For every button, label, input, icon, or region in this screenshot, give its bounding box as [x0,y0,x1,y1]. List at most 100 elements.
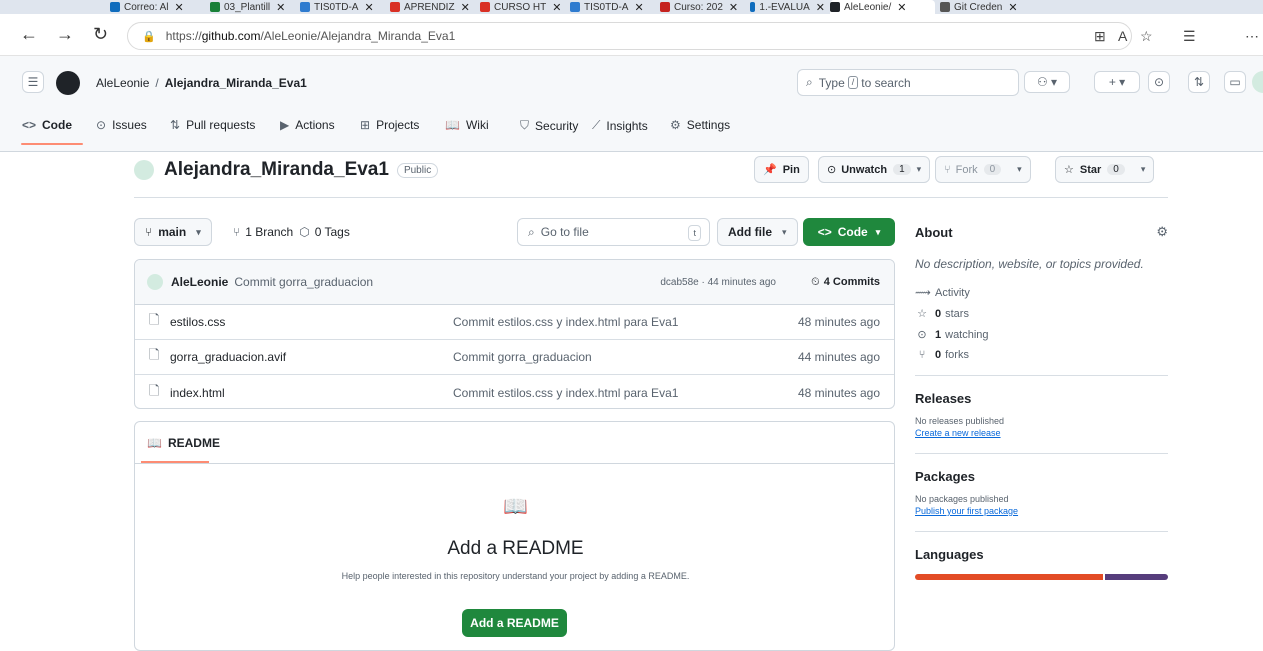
releases-title[interactable]: Releases [915,391,1168,406]
fork-button[interactable]: ⑂ Fork 0 ▾ [935,156,1031,183]
browser-tab[interactable]: Curso: 202 ✕ [660,0,745,14]
copilot-button[interactable]: ⚇ ▾ [1024,71,1070,93]
search-input[interactable]: ⌕ Type / to search [797,69,1019,96]
pin-icon: 📌 [763,164,777,176]
browser-tab[interactable]: TIS0TD-A ✕ [300,0,385,14]
tab-code[interactable]: <> Code [22,118,72,132]
repo-link[interactable]: Alejandra_Miranda_Eva1 [165,76,307,90]
gear-icon[interactable]: ⚙ [1156,224,1168,240]
forks-label: forks [945,349,969,361]
commits-link[interactable]: ⏲ 4 Commits [811,276,880,289]
tab-pull-requests[interactable]: ⇅ Pull requests [170,118,255,132]
favorites-icon[interactable]: ☰ [1183,28,1196,45]
owner-link[interactable]: AleLeonie [96,76,149,90]
tab-insights[interactable]: ⟋ Insights [592,118,648,133]
go-to-file-input[interactable]: ⌕ Go to file t [517,218,710,246]
add-readme-title: Add a README [447,538,584,559]
commit-meta[interactable]: dcab58e · 44 minutes ago [660,277,776,288]
tab-issues[interactable]: ⊙ Issues [96,118,147,132]
browser-tab[interactable]: CURSO HT ✕ [480,0,565,14]
tab-label: CURSO HT [494,1,547,13]
commit-author[interactable]: AleLeonie [171,275,228,289]
close-tab-icon[interactable]: ✕ [552,1,561,14]
repo-name[interactable]: Alejandra_Miranda_Eva1 [164,159,389,181]
unwatch-button[interactable]: ⊙ Unwatch 1 ▾ [818,156,931,183]
browser-tab[interactable]: TIS0TD-A ✕ [570,0,655,14]
about-sidebar: About ⚙ No description, website, or topi… [915,218,1168,580]
back-icon[interactable]: ← [20,24,38,44]
branch-icon: ⑂ [145,225,153,239]
watching-link[interactable]: ⊙ 1 watching [915,328,1168,342]
code-button[interactable]: <> Code ▾ [803,218,895,246]
star-button[interactable]: ☆ Star 0 ▾ [1055,156,1155,183]
close-tab-icon[interactable]: ✕ [1008,1,1017,14]
languages-bar [915,574,1168,580]
file-name[interactable]: estilos.css [170,315,225,329]
divider [134,197,1168,198]
reload-icon[interactable]: ↻ [93,24,108,44]
close-tab-icon[interactable]: ✕ [816,1,825,14]
packages-title[interactable]: Packages [915,469,1168,484]
tab-wiki[interactable]: 📖 Wiki [445,118,489,132]
forward-icon[interactable]: → [56,24,74,44]
file-commit-message[interactable]: Commit estilos.css y index.html para Eva… [453,386,678,400]
browser-tab[interactable]: Correo: Al ✕ [110,0,205,14]
reader-icon[interactable]: ⊞ [1094,28,1106,45]
file-commit-message[interactable]: Commit estilos.css y index.html para Eva… [453,315,678,329]
browser-tab[interactable]: 1.-EVALUA ✕ [750,0,825,14]
browser-tab[interactable]: AleLeonie/ ✕ [830,0,935,14]
github-logo-icon[interactable] [56,71,80,95]
close-tab-icon[interactable]: ✕ [634,1,643,14]
activity-link[interactable]: ⟿ Activity [915,286,1168,300]
tab-label: APRENDIZ [404,1,455,13]
tab-favicon [940,2,950,12]
tags-link[interactable]: 0 Tags [315,225,350,239]
tab-favicon [570,2,580,12]
add-file-button[interactable]: Add file ▾ [717,218,798,246]
stars-link[interactable]: ☆ 0 stars [915,307,1168,321]
file-icon: 🗋 [149,312,160,327]
close-tab-icon[interactable]: ✕ [174,1,183,14]
tab-favicon [110,2,120,12]
search-icon: ⌕ [528,224,535,239]
add-readme-button[interactable]: Add a README [462,609,567,637]
readme-tab[interactable]: README [168,436,220,450]
tab-label: AleLeonie/ [844,1,892,13]
close-tab-icon[interactable]: ✕ [276,1,285,14]
file-commit-message[interactable]: Commit gorra_graduacion [453,350,592,364]
create-new-button[interactable]: + ▾ [1094,71,1140,93]
create-release-link[interactable]: Create a new release [915,428,1168,438]
tab-label: Wiki [465,118,489,132]
tab-settings[interactable]: ⚙ Settings [670,118,730,132]
read-aloud-icon[interactable]: A [1118,28,1127,44]
tab-favicon [830,2,840,12]
file-name[interactable]: index.html [170,386,225,400]
tab-projects[interactable]: ⊞ Projects [360,118,419,132]
file-name[interactable]: gorra_graduacion.avif [170,350,286,364]
commit-message[interactable]: Commit gorra_graduacion [234,275,373,289]
forks-link[interactable]: ⑂ 0 forks [915,349,1168,361]
address-bar[interactable]: 🔒 https://github.com/AleLeonie/Alejandra… [127,22,1132,50]
hamburger-menu-icon[interactable]: ☰ [22,71,44,93]
more-icon[interactable]: ⋯ [1245,28,1259,45]
issues-icon[interactable]: ⊙ [1148,71,1170,93]
branches-link[interactable]: 1 Branch [245,225,293,239]
branch-selector[interactable]: ⑂ main ▾ [134,218,212,246]
star-favorite-icon[interactable]: ☆ [1140,28,1153,45]
divider [915,453,1168,454]
close-tab-icon[interactable]: ✕ [364,1,373,14]
browser-tab[interactable]: APRENDIZ ✕ [390,0,475,14]
tab-security[interactable]: ⛉ Security [520,118,578,133]
publish-package-link[interactable]: Publish your first package [915,506,1168,516]
pull-requests-icon[interactable]: ⇅ [1188,71,1210,93]
close-tab-icon[interactable]: ✕ [461,1,470,14]
inbox-icon[interactable]: ▭ [1224,71,1246,93]
tab-actions[interactable]: ▶ Actions [280,118,335,132]
file-list: AleLeonie Commit gorra_graduacion dcab58… [134,259,895,409]
browser-tab[interactable]: 03_Plantill ✕ [210,0,295,14]
history-icon: ⏲ [811,275,820,288]
close-tab-icon[interactable]: ✕ [729,1,738,14]
pin-button[interactable]: 📌 Pin [754,156,809,183]
browser-tab[interactable]: Git Creden ✕ [940,0,1035,14]
close-tab-icon[interactable]: ✕ [897,1,906,14]
